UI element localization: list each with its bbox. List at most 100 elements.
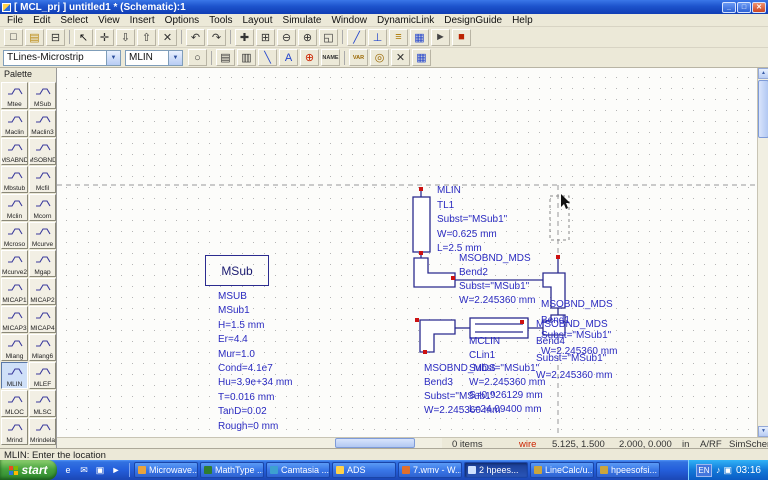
close-button[interactable]: ✕ xyxy=(752,1,766,13)
wire-label-icon[interactable]: A xyxy=(279,49,298,66)
zoom-out-icon[interactable]: ⊖ xyxy=(277,28,296,46)
palette-item-mclin[interactable]: Mclin xyxy=(1,194,28,221)
zoom-in-icon[interactable]: ⊕ xyxy=(298,28,317,46)
palette-item-mgap[interactable]: Mgap xyxy=(29,250,56,277)
palette-item-mlef[interactable]: MLEF xyxy=(29,362,56,389)
taskbar-button-ads[interactable]: ADS xyxy=(332,462,396,478)
open-design-icon[interactable]: ▤ xyxy=(25,28,44,46)
taskbar-button-7-wmv-w[interactable]: 7.wmv - W... xyxy=(398,462,462,478)
menu-insert[interactable]: Insert xyxy=(125,15,160,26)
vertical-scrollbar[interactable]: ▲ ▼ xyxy=(757,68,768,437)
palette-item-micap2[interactable]: MICAP2 xyxy=(29,278,56,305)
component-history-icon[interactable]: ○ xyxy=(188,49,207,66)
pan-view-icon[interactable]: ✛ xyxy=(95,28,114,46)
taskbar-button-2-hpees[interactable]: 2 hpees... xyxy=(464,462,528,478)
palette-item-mcurve2[interactable]: Mcurve2 xyxy=(1,250,28,277)
menu-help[interactable]: Help xyxy=(507,15,538,26)
data-display-icon[interactable]: ▦ xyxy=(410,28,429,46)
insert-wire-icon[interactable]: ╱ xyxy=(347,28,366,46)
maximize-button[interactable]: □ xyxy=(737,1,751,13)
bend4-parameters[interactable]: MSOBND_MDS Bend4 Subst="MSub1" W=2.245360 m… xyxy=(536,316,612,384)
tl1-parameters[interactable]: MLIN TL1 Subst="MSub1" W=0.625 mm L=2.5 mm xyxy=(437,184,507,257)
insert-ground-icon[interactable]: ⊥ xyxy=(368,28,387,46)
simulate-icon[interactable]: ► xyxy=(431,28,450,46)
msub-box[interactable]: MSub xyxy=(205,255,269,286)
taskbar-button-microwave[interactable]: Microwave... xyxy=(134,462,198,478)
redo-icon[interactable]: ↷ xyxy=(207,28,226,46)
show-desktop-icon[interactable]: ▣ xyxy=(93,463,107,477)
palette-item-msabnd[interactable]: MSABND xyxy=(1,138,28,165)
horizontal-scroll-thumb[interactable] xyxy=(335,438,415,448)
taskbar-button-mathtype[interactable]: MathType ... xyxy=(200,462,264,478)
palette-item-mlang6[interactable]: Mlang6 xyxy=(29,334,56,361)
measurement-equation-icon[interactable]: ◎ xyxy=(370,49,389,66)
palette-select[interactable]: TLines-Microstrip ▼ xyxy=(3,49,121,66)
var-equation-icon[interactable]: VAR xyxy=(349,49,368,66)
menu-dynamiclink[interactable]: DynamicLink xyxy=(372,15,439,26)
menu-file[interactable]: File xyxy=(2,15,28,26)
undo-icon[interactable]: ↶ xyxy=(186,28,205,46)
media-player-icon[interactable]: ► xyxy=(109,463,123,477)
menu-edit[interactable]: Edit xyxy=(28,15,55,26)
menu-window[interactable]: Window xyxy=(326,15,372,26)
tray-volume-icon[interactable]: ♪ xyxy=(716,465,721,476)
palette-item-mlang[interactable]: Mlang xyxy=(1,334,28,361)
palette-item-mtee[interactable]: Mtee xyxy=(1,82,28,109)
palette-item-msobnd[interactable]: MSOBND xyxy=(29,138,56,165)
msub-parameters[interactable]: MSUB MSub1 H=1.5 mm Er=4.4 Mur=1.0 Cond=4.1e7… xyxy=(218,290,293,434)
ie-icon[interactable]: e xyxy=(61,463,75,477)
palette-item-mloc[interactable]: MLOC xyxy=(1,390,28,417)
menu-options[interactable]: Options xyxy=(160,15,204,26)
new-design-icon[interactable]: □ xyxy=(4,28,23,46)
palette-item-micap3[interactable]: MICAP3 xyxy=(1,306,28,333)
pointer-icon[interactable]: ↖ xyxy=(74,28,93,46)
palette-item-mcurve[interactable]: Mcurve xyxy=(29,222,56,249)
palette-item-micap1[interactable]: MICAP1 xyxy=(1,278,28,305)
palette-item-mlsc[interactable]: MLSC xyxy=(29,390,56,417)
insert-var-equation-icon[interactable]: ≡ xyxy=(389,28,408,46)
palette-item-micap4[interactable]: MICAP4 xyxy=(29,306,56,333)
language-indicator[interactable]: EN xyxy=(695,463,712,477)
outlook-icon[interactable]: ✉ xyxy=(77,463,91,477)
bend3-parameters[interactable]: MSOBND_MDS Bend3 Subst="MSub1" W=2.245360 m… xyxy=(424,362,500,418)
insert-wire-icon[interactable]: ╲ xyxy=(258,49,277,66)
push-into-hierarchy-icon[interactable]: ⇩ xyxy=(116,28,135,46)
menu-layout[interactable]: Layout xyxy=(238,15,278,26)
palette-item-mbstub[interactable]: Mbstub xyxy=(1,166,28,193)
menu-designguide[interactable]: DesignGuide xyxy=(439,15,507,26)
bend2-parameters[interactable]: MSOBND_MDS Bend2 Subst="MSub1" W=2.245360 m… xyxy=(459,252,535,308)
goto-reference-icon[interactable]: ⊕ xyxy=(300,49,319,66)
taskbar-button-camtasia[interactable]: Camtasia ... xyxy=(266,462,330,478)
deactivate-component-icon[interactable]: ✕ xyxy=(391,49,410,66)
palette-item-maclin3[interactable]: Maclin3 xyxy=(29,110,56,137)
chevron-down-icon[interactable]: ▼ xyxy=(168,50,182,65)
tray-network-icon[interactable]: ▣ xyxy=(723,465,732,476)
name-node-icon[interactable]: NAME xyxy=(321,49,340,66)
component-library-icon[interactable]: ▥ xyxy=(237,49,256,66)
component-select[interactable]: MLIN ▼ xyxy=(125,49,183,66)
menu-select[interactable]: Select xyxy=(55,15,93,26)
print-icon[interactable]: ⊟ xyxy=(46,28,65,46)
palette-item-maclin[interactable]: Maclin xyxy=(1,110,28,137)
menu-view[interactable]: View xyxy=(93,15,125,26)
palette-item-mcorn[interactable]: Mcorn xyxy=(29,194,56,221)
stop-simulation-icon[interactable]: ■ xyxy=(452,28,471,46)
menu-simulate[interactable]: Simulate xyxy=(278,15,327,26)
palette-item-mcroso[interactable]: Mcroso xyxy=(1,222,28,249)
move-component-icon[interactable]: ✚ xyxy=(235,28,254,46)
palette-item-mrindela[interactable]: Mrindela xyxy=(29,418,56,445)
menu-tools[interactable]: Tools xyxy=(204,15,237,26)
palette-item-mrind[interactable]: Mrind xyxy=(1,418,28,445)
view-all-icon[interactable]: ◱ xyxy=(319,28,338,46)
schematic-canvas[interactable]: MSub MSUB MSub1 H=1.5 mm Er=4.4 Mur=1.0 Cond=… xyxy=(57,68,757,437)
vertical-scroll-thumb[interactable] xyxy=(758,80,768,138)
zoom-area-icon[interactable]: ⊞ xyxy=(256,28,275,46)
display-item-parameters-icon[interactable]: ▤ xyxy=(216,49,235,66)
taskbar-button-linecalc-u[interactable]: LineCalc/u... xyxy=(530,462,594,478)
chevron-down-icon[interactable]: ▼ xyxy=(106,50,120,65)
scroll-up-icon[interactable]: ▲ xyxy=(758,68,768,79)
pop-out-hierarchy-icon[interactable]: ⇧ xyxy=(137,28,156,46)
minimize-button[interactable]: _ xyxy=(722,1,736,13)
taskbar-button-hpeesofsi[interactable]: hpeesofsi... xyxy=(596,462,660,478)
palette-item-mlin[interactable]: MLIN xyxy=(1,362,28,389)
